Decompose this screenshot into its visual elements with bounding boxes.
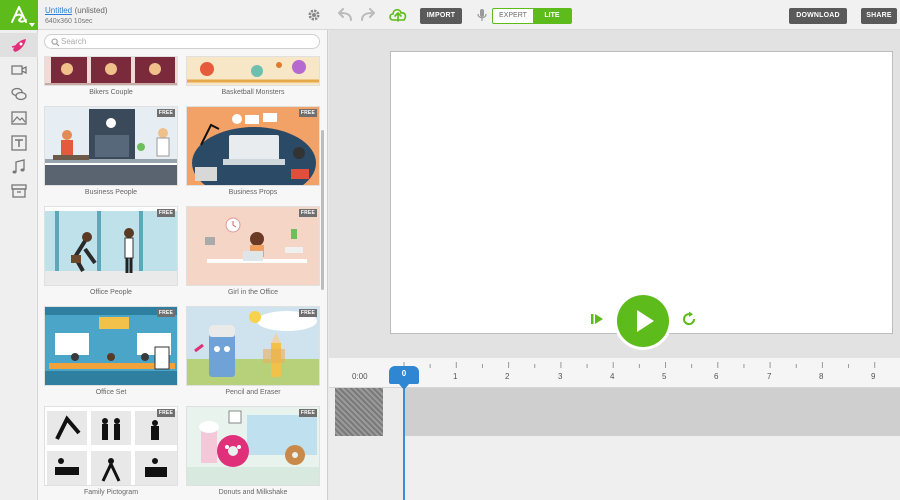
business-props-preview bbox=[187, 107, 319, 185]
microphone-icon[interactable] bbox=[477, 8, 487, 22]
music-note-icon bbox=[12, 159, 25, 174]
import-button[interactable]: IMPORT bbox=[420, 8, 462, 24]
library-item-bikers-couple[interactable] bbox=[44, 56, 178, 86]
rail-item-props[interactable] bbox=[0, 179, 38, 203]
timeline-tick-label: 6 bbox=[714, 372, 719, 381]
search-input[interactable] bbox=[61, 36, 311, 47]
share-button[interactable]: SHARE bbox=[861, 8, 897, 24]
cloud-upload-icon[interactable] bbox=[388, 6, 408, 24]
video-canvas[interactable] bbox=[390, 51, 893, 334]
library-item-girl-in-the-office[interactable]: FREE bbox=[186, 206, 320, 286]
rail-item-music[interactable] bbox=[0, 155, 38, 179]
free-badge: FREE bbox=[156, 209, 175, 217]
speech-bubbles-icon bbox=[11, 87, 27, 101]
timeline-tick-label: 3 bbox=[558, 372, 563, 381]
timeline-tick-label: 4 bbox=[610, 372, 615, 381]
top-toolbar: Untitled (unlisted) 640x360 10sec IMPORT… bbox=[0, 0, 900, 30]
playhead-label: 0 bbox=[401, 369, 407, 378]
gear-icon[interactable] bbox=[307, 8, 321, 22]
rocket-icon bbox=[11, 39, 26, 52]
play-icon bbox=[637, 310, 654, 332]
rail-item-bubbles[interactable] bbox=[0, 82, 38, 106]
rail-item-text[interactable] bbox=[0, 131, 38, 155]
image-icon bbox=[11, 111, 27, 125]
download-button[interactable]: DOWNLOAD bbox=[789, 8, 847, 24]
video-camera-icon bbox=[11, 65, 27, 75]
free-badge: FREE bbox=[156, 109, 175, 117]
timeline-tick-label: 2 bbox=[505, 372, 510, 381]
logo-icon bbox=[11, 6, 27, 23]
library-item-label: Girl in the Office bbox=[227, 289, 279, 296]
project-meta: 640x360 10sec bbox=[45, 18, 93, 25]
free-badge: FREE bbox=[298, 109, 317, 117]
library-item-label: Office Set bbox=[95, 389, 127, 396]
scene-track-thumbnail[interactable] bbox=[335, 388, 383, 436]
office-set-preview bbox=[45, 307, 177, 385]
library-item-office-set[interactable]: FREE bbox=[44, 306, 178, 386]
timeline-tick-label: 5 bbox=[662, 372, 667, 381]
search-icon bbox=[51, 38, 60, 47]
basketball-monsters-preview bbox=[187, 57, 319, 85]
timeline-tick-label: 8 bbox=[819, 372, 824, 381]
girl-in-the-office-preview bbox=[187, 207, 319, 285]
replay-button[interactable] bbox=[676, 306, 702, 332]
play-button[interactable] bbox=[617, 295, 669, 347]
rail-item-images[interactable] bbox=[0, 106, 38, 130]
app-logo-menu[interactable] bbox=[0, 0, 38, 30]
free-badge: FREE bbox=[298, 309, 317, 317]
text-icon bbox=[11, 135, 27, 151]
library-item-label: Basketball Monsters bbox=[221, 89, 285, 96]
rail-item-characters[interactable] bbox=[0, 33, 38, 57]
library-item-business-people[interactable]: FREE bbox=[44, 106, 178, 186]
library-scrollbar[interactable] bbox=[321, 130, 324, 290]
chevron-down-icon bbox=[29, 23, 35, 27]
pencil-and-eraser-preview bbox=[187, 307, 319, 385]
mode-lite-option[interactable]: LITE bbox=[533, 9, 571, 23]
business-people-preview bbox=[45, 107, 177, 185]
library-item-donuts-and-milkshake[interactable]: FREE bbox=[186, 406, 320, 486]
library-item-pencil-and-eraser[interactable]: FREE bbox=[186, 306, 320, 386]
step-back-button[interactable] bbox=[584, 306, 610, 332]
playhead-line[interactable] bbox=[403, 380, 405, 500]
project-info: Untitled (unlisted) 640x360 10sec bbox=[45, 5, 108, 27]
free-badge: FREE bbox=[298, 409, 317, 417]
mode-toggle[interactable]: EXPERT LITE bbox=[492, 8, 572, 24]
undo-icon[interactable] bbox=[337, 8, 353, 22]
free-badge: FREE bbox=[156, 309, 175, 317]
library-item-office-people[interactable]: FREE bbox=[44, 206, 178, 286]
library-item-label: Business People bbox=[84, 189, 138, 196]
scene-track[interactable] bbox=[404, 388, 900, 436]
replay-icon bbox=[683, 311, 696, 326]
mode-expert-option[interactable]: EXPERT bbox=[493, 9, 533, 23]
library-item-label: Office People bbox=[90, 289, 132, 296]
project-status: (unlisted) bbox=[74, 6, 108, 15]
bikers-couple-preview bbox=[45, 57, 177, 85]
library-item-label: Business Props bbox=[228, 189, 278, 196]
category-rail bbox=[0, 30, 38, 500]
office-people-preview bbox=[45, 207, 177, 285]
free-badge: FREE bbox=[298, 209, 317, 217]
family-pictogram-preview bbox=[45, 407, 177, 485]
redo-icon[interactable] bbox=[360, 8, 376, 22]
library-item-label: Bikers Couple bbox=[89, 89, 133, 96]
library-item-family-pictogram[interactable]: FREE bbox=[44, 406, 178, 486]
rail-item-video[interactable] bbox=[0, 58, 38, 82]
library-item-basketball-monsters[interactable] bbox=[186, 56, 320, 86]
timeline-tick-label: 9 bbox=[871, 372, 876, 381]
project-name-link[interactable]: Untitled bbox=[45, 6, 72, 15]
timeline-tick-label: 7 bbox=[767, 372, 772, 381]
timeline-start-label: 0:00 bbox=[352, 372, 368, 381]
archive-box-icon bbox=[11, 184, 27, 198]
donuts-and-milkshake-preview bbox=[187, 407, 319, 485]
free-badge: FREE bbox=[156, 409, 175, 417]
library-item-label: Pencil and Eraser bbox=[225, 389, 281, 396]
timeline-tick-label: 1 bbox=[453, 372, 458, 381]
play-from-start-icon bbox=[591, 314, 603, 324]
library-item-label: Donuts and Milkshake bbox=[218, 489, 288, 496]
library-item-label: Family Pictogram bbox=[83, 489, 139, 496]
search-box[interactable] bbox=[44, 34, 320, 49]
playhead-handle[interactable]: 0 bbox=[389, 366, 419, 390]
library-item-business-props[interactable]: FREE bbox=[186, 106, 320, 186]
